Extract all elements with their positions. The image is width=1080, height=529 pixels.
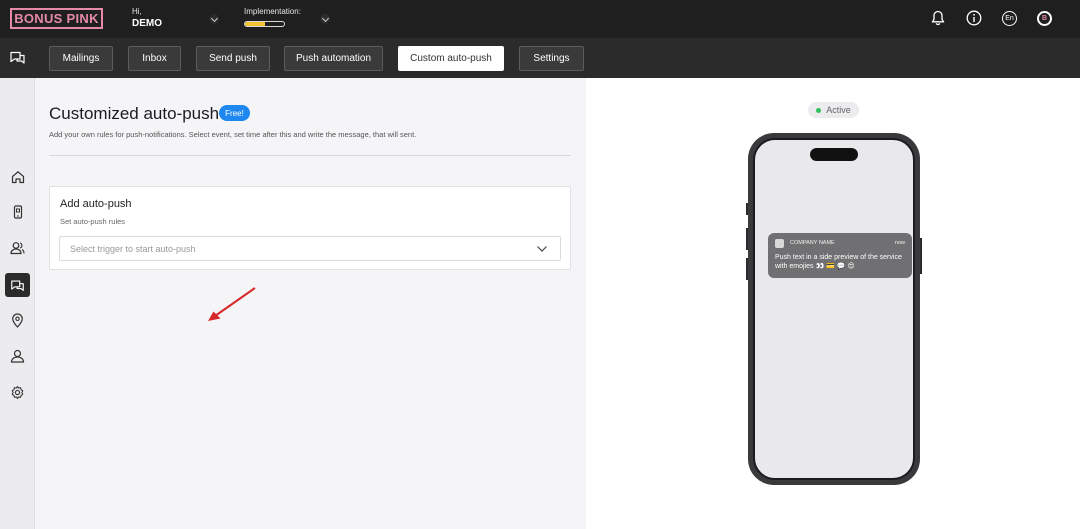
phone-side-button (746, 258, 748, 280)
tab-custom-auto-push[interactable]: Custom auto-push (398, 46, 504, 71)
sidebar-item-audience[interactable] (5, 236, 30, 260)
implementation-status: Implementation: (244, 7, 301, 27)
status-badge: Active (808, 102, 859, 118)
users-icon (10, 242, 25, 255)
main-panel: Customized auto-push Free! Add your own … (35, 78, 586, 529)
tab-send-push[interactable]: Send push (196, 46, 270, 71)
implementation-progress-bar (244, 21, 285, 27)
greeting-label: Hi, (132, 7, 142, 16)
mobile-icon (13, 205, 22, 219)
push-notification-preview: COMPANY NAME now Push text in a side pre… (768, 233, 912, 278)
info-icon[interactable] (966, 10, 982, 26)
sidebar (0, 78, 35, 529)
red-arrow-annotation (208, 287, 256, 321)
chevron-down-icon (537, 246, 547, 252)
user-menu-chevron-icon[interactable] (209, 14, 219, 24)
tab-inbox[interactable]: Inbox (128, 46, 181, 71)
bell-icon[interactable] (930, 10, 946, 26)
user-avatar[interactable]: B (1037, 10, 1052, 26)
add-auto-push-card: Add auto-push Set auto-push rules Select… (49, 186, 571, 270)
dynamic-island (810, 148, 858, 161)
location-icon (12, 312, 23, 328)
card-title: Add auto-push (60, 198, 132, 210)
sidebar-item-settings[interactable] (5, 380, 30, 404)
chat-icon (11, 280, 24, 291)
free-badge: Free! (219, 105, 250, 121)
app-icon (775, 239, 784, 248)
tabs: Mailings Inbox Send push Push automation… (49, 46, 584, 71)
trigger-select-placeholder: Select trigger to start auto-push (70, 244, 196, 254)
avatar-letter: B (1039, 12, 1050, 24)
page-title: Customized auto-push (49, 104, 220, 123)
chat-section-icon (9, 49, 26, 71)
sidebar-item-mobile[interactable] (5, 200, 30, 224)
notification-text: Push text in a side preview of the servi… (775, 254, 902, 270)
user-menu[interactable]: Hi, DEMO (132, 7, 162, 29)
brand-logo[interactable]: BONUS PINK (10, 8, 103, 29)
user-icon (10, 349, 25, 363)
language-switch[interactable]: En (1002, 10, 1017, 26)
notification-time: now (894, 240, 905, 246)
tab-mailings[interactable]: Mailings (49, 46, 113, 71)
phone-side-button (746, 228, 748, 250)
tab-push-automation[interactable]: Push automation (284, 46, 383, 71)
implementation-label: Implementation: (244, 7, 301, 16)
sidebar-item-locations[interactable] (5, 308, 30, 332)
phone-side-button (746, 203, 748, 215)
top-bar: BONUS PINK Hi, DEMO Implementation: En B (0, 0, 1080, 38)
user-name: DEMO (132, 18, 162, 29)
settings-icon (11, 385, 24, 399)
trigger-select[interactable]: Select trigger to start auto-push (59, 236, 561, 261)
phone-screen: COMPANY NAME now Push text in a side pre… (753, 138, 915, 480)
sidebar-item-messaging[interactable] (5, 273, 30, 297)
status-label: Active (826, 105, 851, 115)
card-subtitle: Set auto-push rules (60, 217, 126, 226)
status-dot (816, 107, 822, 113)
sidebar-item-profile[interactable] (5, 344, 30, 368)
phone-side-button (920, 238, 922, 274)
implementation-progress-fill (245, 22, 265, 26)
home-icon (11, 171, 24, 184)
preview-panel: Active COMPANY NAME now Push text in a s… (586, 78, 1080, 529)
notification-app-name: COMPANY NAME (790, 240, 835, 246)
sidebar-item-home[interactable] (5, 165, 30, 189)
nav-bar: Mailings Inbox Send push Push automation… (0, 38, 1080, 78)
page-description: Add your own rules for push-notification… (49, 130, 417, 139)
divider (49, 155, 571, 156)
phone-mockup: COMPANY NAME now Push text in a side pre… (746, 133, 922, 485)
tab-settings[interactable]: Settings (519, 46, 584, 71)
implementation-chevron-icon[interactable] (320, 14, 330, 24)
